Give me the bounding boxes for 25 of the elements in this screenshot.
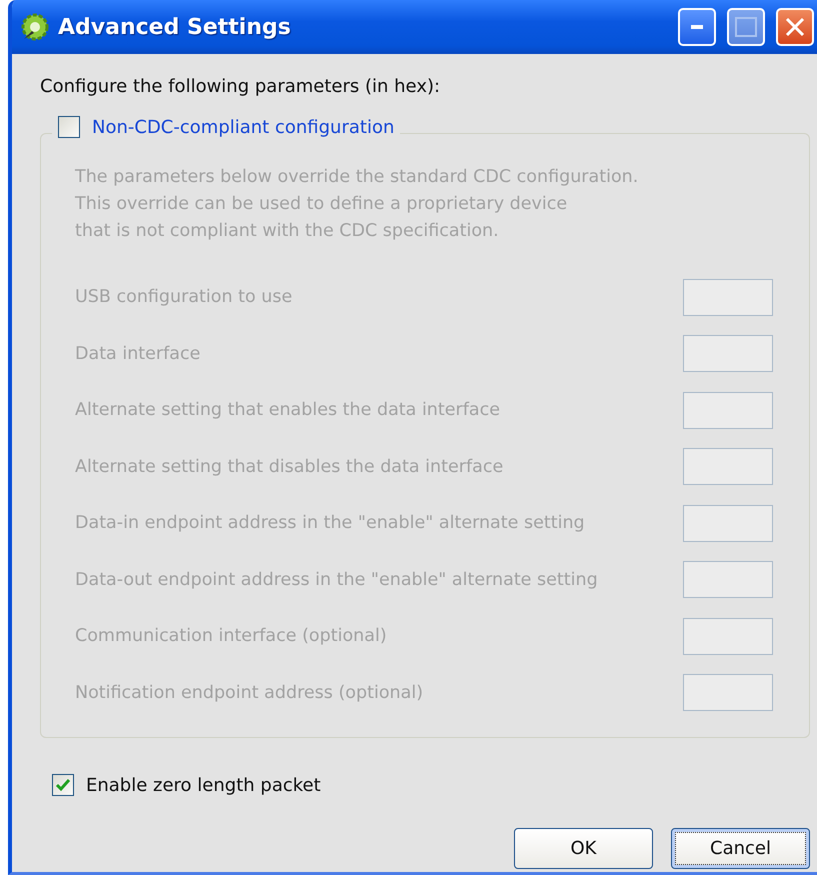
instruction-text: Configure the following parameters (in hex): [40,76,442,97]
dialog-button[interactable]: Cancel [671,828,810,869]
field-label: Data-out endpoint address in the "enable" alternate setting [75,570,598,590]
check-icon [55,778,71,792]
field-label: Alternate setting that enables the data interface [75,400,500,420]
window-title: Advanced Settings [58,14,292,40]
field-label: Alternate setting that disables the data interface [75,456,504,477]
maximize-button[interactable] [727,8,765,46]
checkbox-label[interactable]: Enable zero length packet [86,774,321,796]
minimize-button[interactable] [678,8,716,46]
checkbox-label[interactable]: Non-CDC-compliant configuration [92,116,394,138]
field-label: Notification endpoint address (optional) [75,682,424,703]
dialog-button[interactable]: OK [514,828,653,869]
maximize-icon [735,17,757,37]
checkbox[interactable] [52,774,74,796]
field-label: Data interface [75,344,200,364]
field-label: USB configuration to use [75,287,292,308]
field-label: Data-in endpoint address in the "enable" alternate setting [75,513,585,534]
gear-icon [20,12,50,42]
close-icon [784,16,806,38]
minimize-icon [691,25,703,29]
field-label: Communication interface (optional) [75,626,387,646]
close-button[interactable] [776,8,814,46]
description-text: The parameters below override the standard CDC configuration. This override can be used to define a proprietary device that is not compliant with the CDC specification. [75,166,640,243]
checkbox[interactable] [58,116,80,138]
